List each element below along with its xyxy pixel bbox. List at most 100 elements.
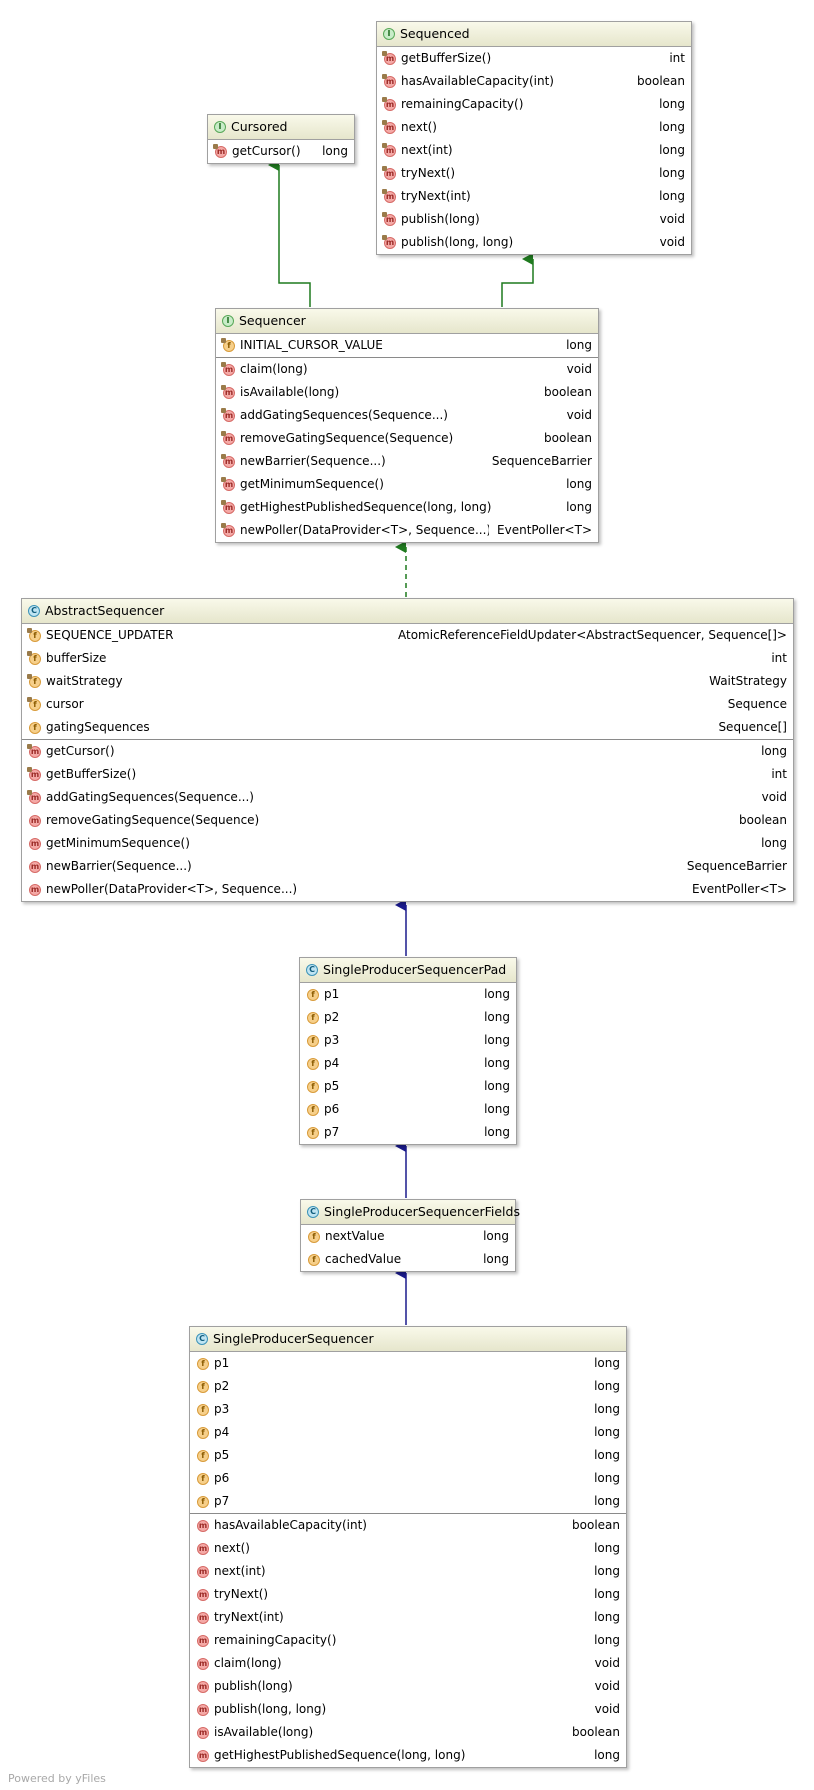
member-row[interactable]: f p4 long xyxy=(190,1421,626,1444)
member-row[interactable]: m next(int) long xyxy=(377,139,691,162)
interface-icon: I xyxy=(383,28,395,40)
member-row[interactable]: m isAvailable(long) boolean xyxy=(190,1721,626,1744)
member-row[interactable]: m publish(long) void xyxy=(190,1675,626,1698)
class-cursored[interactable]: I Cursored m getCursor() long xyxy=(207,114,355,164)
member-row[interactable]: f bufferSize int xyxy=(22,647,793,670)
member-row[interactable]: f p6 long xyxy=(190,1467,626,1490)
method-icon: m xyxy=(382,73,396,88)
class-single-producer-sequencer-fields[interactable]: C SingleProducerSequencerFields f nextVal… xyxy=(300,1199,520,1272)
member-row[interactable]: f p4 long xyxy=(300,1052,516,1075)
member-row[interactable]: f p5 long xyxy=(300,1075,516,1098)
method-icon: m xyxy=(197,1726,209,1739)
member-row[interactable]: m getBufferSize() int xyxy=(22,763,793,786)
member-row[interactable]: m tryNext(int) long xyxy=(190,1606,626,1629)
member-row[interactable]: f p7 long xyxy=(300,1121,516,1144)
member-row[interactable]: m isAvailable(long) boolean xyxy=(216,381,598,404)
member-row[interactable]: m getHighestPublishedSequence(long, long)… xyxy=(190,1744,626,1767)
interface-icon: I xyxy=(222,315,234,327)
method-icon: m xyxy=(197,1542,209,1555)
field-icon: f xyxy=(197,1472,209,1485)
member-row[interactable]: f p1 long xyxy=(190,1352,626,1375)
class-sequenced[interactable]: I Sequenced m getBufferSize() int m hasAvai… xyxy=(376,21,692,255)
member-row[interactable]: m next() long xyxy=(190,1537,626,1560)
field-icon: f xyxy=(307,1126,319,1139)
member-row[interactable]: f p5 long xyxy=(190,1444,626,1467)
abstract-class-icon: C xyxy=(307,1206,319,1218)
method-icon: m xyxy=(197,1749,209,1762)
method-icon: m xyxy=(221,361,235,376)
member-row[interactable]: f cursor Sequence xyxy=(22,693,793,716)
member-row[interactable]: f SEQUENCE_UPDATER AtomicReferenceFieldUpd… xyxy=(22,624,793,647)
member-row[interactable]: f p2 long xyxy=(190,1375,626,1398)
field-icon: f xyxy=(197,1426,209,1439)
class-name: AbstractSequencer xyxy=(45,603,165,618)
class-single-producer-sequencer[interactable]: C SingleProducerSequencer f p1 long f p2 lon… xyxy=(189,1326,627,1768)
field-icon: f xyxy=(307,1011,319,1024)
method-icon: m xyxy=(29,860,41,873)
member-row[interactable]: m claim(long) void xyxy=(190,1652,626,1675)
member-row[interactable]: f p3 long xyxy=(190,1398,626,1421)
class-header: C AbstractSequencer xyxy=(22,599,793,624)
member-row[interactable]: m publish(long, long) void xyxy=(190,1698,626,1721)
footer-credit: Powered by yFiles xyxy=(8,1772,106,1785)
member-row[interactable]: m newPoller(DataProvider<T>, Sequence...)… xyxy=(216,519,598,542)
member-row[interactable]: m newPoller(DataProvider<T>, Sequence...)… xyxy=(22,878,793,901)
final-class-icon: C xyxy=(196,1333,208,1345)
class-abstract-sequencer[interactable]: C AbstractSequencer f SEQUENCE_UPDATER Ato… xyxy=(21,598,794,902)
member-row[interactable]: f gatingSequences Sequence[] xyxy=(22,716,793,739)
member-row[interactable]: f p2 long xyxy=(300,1006,516,1029)
member-row[interactable]: m getHighestPublishedSequence(long, long)… xyxy=(216,496,598,519)
member-row[interactable]: m getMinimumSequence() long xyxy=(216,473,598,496)
member-row[interactable]: m removeGatingSequence(Sequence) boolean xyxy=(22,809,793,832)
member-row[interactable]: f p3 long xyxy=(300,1029,516,1052)
member-row[interactable]: m newBarrier(Sequence...) SequenceBarrier xyxy=(22,855,793,878)
member-row[interactable]: m next(int) long xyxy=(190,1560,626,1583)
class-header: C SingleProducerSequencerFields xyxy=(301,1200,520,1225)
member-row[interactable]: m tryNext() long xyxy=(377,162,691,185)
member-row[interactable]: m remainingCapacity() long xyxy=(190,1629,626,1652)
method-icon: m xyxy=(197,1634,209,1647)
member-row[interactable]: m hasAvailableCapacity(int) boolean xyxy=(377,70,691,93)
member-row[interactable]: m remainingCapacity() long xyxy=(377,93,691,116)
method-icon: m xyxy=(221,522,235,537)
member-row[interactable]: m getCursor() long xyxy=(208,140,354,163)
member-row[interactable]: f nextValue long xyxy=(301,1225,515,1248)
member-row[interactable]: m claim(long) void xyxy=(216,358,598,381)
member-row[interactable]: m addGatingSequences(Sequence...) void xyxy=(22,786,793,809)
member-row[interactable]: m getMinimumSequence() long xyxy=(22,832,793,855)
member-row[interactable]: f cachedValue long xyxy=(301,1248,515,1271)
field-icon: f xyxy=(307,1103,319,1116)
member-row[interactable]: f p1 long xyxy=(300,983,516,1006)
method-icon: m xyxy=(382,142,396,157)
member-row[interactable]: m getBufferSize() int xyxy=(377,47,691,70)
member-row[interactable]: m getCursor() long xyxy=(22,740,793,763)
field-icon: f xyxy=(27,650,41,665)
class-header: C SingleProducerSequencer xyxy=(190,1327,626,1352)
method-icon: m xyxy=(197,1680,209,1693)
field-icon: f xyxy=(197,1380,209,1393)
class-single-producer-sequencer-pad[interactable]: C SingleProducerSequencerPad f p1 long f p2… xyxy=(299,957,517,1145)
member-row[interactable]: f waitStrategy WaitStrategy xyxy=(22,670,793,693)
member-row[interactable]: m removeGatingSequence(Sequence) boolean xyxy=(216,427,598,450)
class-header: I Cursored xyxy=(208,115,354,140)
member-row[interactable]: m newBarrier(Sequence...) SequenceBarrier xyxy=(216,450,598,473)
class-name: Cursored xyxy=(231,119,288,134)
field-icon: f xyxy=(307,1080,319,1093)
member-row[interactable]: m tryNext() long xyxy=(190,1583,626,1606)
member-row[interactable]: f p7 long xyxy=(190,1490,626,1513)
member-row[interactable]: f p6 long xyxy=(300,1098,516,1121)
member-row[interactable]: m publish(long, long) void xyxy=(377,231,691,254)
member-row[interactable]: f INITIAL_CURSOR_VALUE long xyxy=(216,334,598,357)
member-row[interactable]: m tryNext(int) long xyxy=(377,185,691,208)
member-row[interactable]: m publish(long) void xyxy=(377,208,691,231)
field-icon: f xyxy=(308,1253,320,1266)
method-icon: m xyxy=(221,476,235,491)
class-sequencer[interactable]: I Sequencer f INITIAL_CURSOR_VALUE long mc… xyxy=(215,308,599,543)
member-row[interactable]: m addGatingSequences(Sequence...) void xyxy=(216,404,598,427)
field-icon: f xyxy=(197,1495,209,1508)
sequencer-extends-cursored-edge xyxy=(268,159,311,307)
member-row[interactable]: m next() long xyxy=(377,116,691,139)
member-row[interactable]: m hasAvailableCapacity(int) boolean xyxy=(190,1514,626,1537)
method-icon: m xyxy=(221,453,235,468)
method-icon: m xyxy=(213,143,227,158)
